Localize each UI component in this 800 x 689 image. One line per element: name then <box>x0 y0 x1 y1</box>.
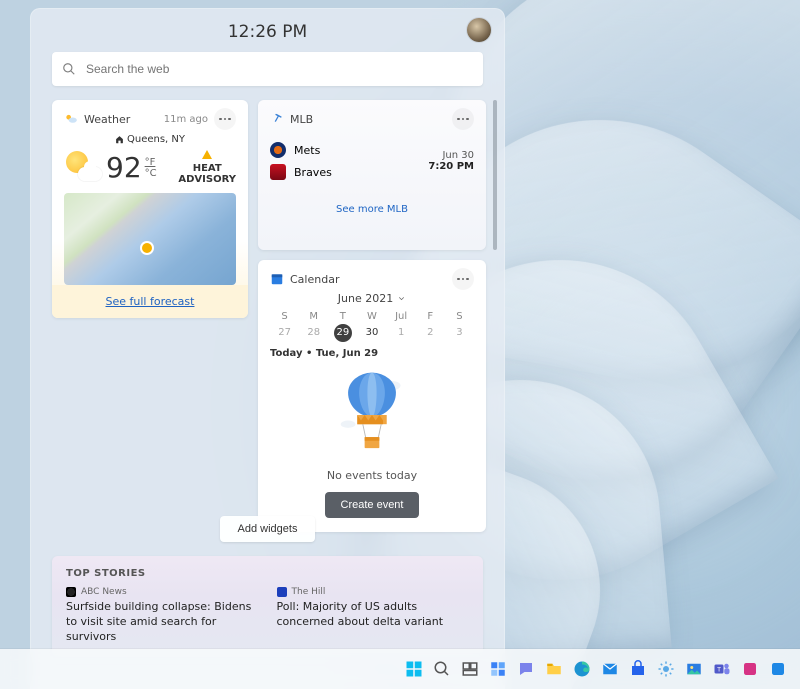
weather-title: Weather <box>84 113 164 126</box>
cal-day-3[interactable]: 3 <box>445 324 474 342</box>
dayhead-fri: F <box>416 309 445 324</box>
cal-day-28[interactable]: 28 <box>299 324 328 342</box>
advisory-line2: ADVISORY <box>178 174 236 185</box>
create-event-button[interactable]: Create event <box>325 492 420 518</box>
taskbar[interactable]: T <box>0 649 800 689</box>
calendar-icon <box>270 272 284 286</box>
start-button[interactable] <box>402 657 426 681</box>
mlb-widget[interactable]: MLB Mets Braves <box>258 100 486 250</box>
weather-forecast-link[interactable]: See full forecast <box>52 285 248 318</box>
mlb-game-time: Jun 30 7:20 PM <box>428 150 474 172</box>
advisory-line1: HEAT <box>193 163 222 174</box>
add-widgets-button[interactable]: Add widgets <box>220 516 316 542</box>
edge-icon[interactable] <box>570 657 594 681</box>
weather-options[interactable] <box>214 108 236 130</box>
source-icon-abcnews <box>66 587 76 597</box>
mail-icon[interactable] <box>598 657 622 681</box>
mlb-options[interactable] <box>452 108 474 130</box>
calendar-empty-illustration <box>270 365 474 465</box>
cal-day-29-today[interactable]: 29 <box>334 324 352 342</box>
team-logo-braves <box>270 164 286 180</box>
explorer-icon[interactable] <box>542 657 566 681</box>
dayhead-sun: S <box>270 309 299 324</box>
top-stories-heading: TOP STORIES <box>66 568 469 579</box>
widgets-panel: 12:26 PM Weather 11m ago Queens, NY <box>30 8 505 689</box>
weather-unit-toggle[interactable]: °F °C <box>145 157 157 179</box>
weather-condition-icon <box>66 149 102 185</box>
calendar-no-events: No events today <box>270 469 474 482</box>
mlb-game[interactable]: Mets Braves Jun 30 7:20 PM <box>270 142 474 180</box>
home-icon <box>115 135 124 144</box>
team-braves: Braves <box>294 166 332 179</box>
weather-location: Queens, NY <box>64 134 236 145</box>
chat-icon[interactable] <box>514 657 538 681</box>
story-1-source: ABC News <box>81 587 127 597</box>
mlb-title: MLB <box>290 113 452 126</box>
weather-icon <box>64 112 78 126</box>
app-icon-1[interactable] <box>738 657 762 681</box>
cal-day-1[interactable]: 1 <box>387 324 416 342</box>
source-icon-thehill <box>277 587 287 597</box>
story-2-source: The Hill <box>292 587 326 597</box>
calendar-grid[interactable]: S M T W Jul F S 27 28 29 30 1 2 3 <box>270 309 474 342</box>
search-bar[interactable] <box>52 52 483 86</box>
team-logo-mets <box>270 142 286 158</box>
weather-map[interactable] <box>64 193 236 285</box>
mlb-more-link[interactable]: See more MLB <box>270 204 474 215</box>
sports-icon <box>270 112 284 126</box>
weather-widget[interactable]: Weather 11m ago Queens, NY 92 °F °C <box>52 100 248 318</box>
teams-icon[interactable]: T <box>710 657 734 681</box>
dayhead-mon: M <box>299 309 328 324</box>
calendar-options[interactable] <box>452 268 474 290</box>
search-icon <box>62 62 76 76</box>
cal-day-27[interactable]: 27 <box>270 324 299 342</box>
calendar-today-label: Today • Tue, Jun 29 <box>270 348 474 359</box>
cal-day-2[interactable]: 2 <box>416 324 445 342</box>
weather-temp: 92 <box>106 151 142 184</box>
calendar-month-picker[interactable]: June 2021 <box>270 292 474 305</box>
story-2[interactable]: The Hill Poll: Majority of US adults con… <box>277 587 470 645</box>
team-mets: Mets <box>294 144 320 157</box>
calendar-month-label: June 2021 <box>338 292 393 305</box>
dayhead-tue: T <box>328 309 357 324</box>
clock-time: 12:26 PM <box>30 22 505 42</box>
cal-day-30[interactable]: 30 <box>357 324 386 342</box>
warning-icon <box>201 149 213 161</box>
calendar-title: Calendar <box>290 273 452 286</box>
weather-updated: 11m ago <box>164 114 208 125</box>
search-input[interactable] <box>84 61 473 77</box>
user-avatar[interactable] <box>467 18 491 42</box>
task-view-icon[interactable] <box>458 657 482 681</box>
calendar-widget[interactable]: Calendar June 2021 S M T W Jul F S 27 28 <box>258 260 486 532</box>
svg-text:T: T <box>717 666 721 673</box>
weather-unit-c[interactable]: °C <box>145 168 157 179</box>
scrollbar[interactable] <box>493 100 497 250</box>
widgets-icon[interactable] <box>486 657 510 681</box>
weather-advisory[interactable]: HEAT ADVISORY <box>178 149 236 185</box>
chevron-down-icon <box>397 294 406 303</box>
weather-location-text: Queens, NY <box>127 134 185 145</box>
dayhead-jul: Jul <box>387 309 416 324</box>
app-icon-2[interactable] <box>766 657 790 681</box>
store-icon[interactable] <box>626 657 650 681</box>
story-1-headline: Surfside building collapse: Bidens to vi… <box>66 600 259 645</box>
story-2-headline: Poll: Majority of US adults concerned ab… <box>277 600 470 630</box>
weather-unit-f[interactable]: °F <box>145 157 156 168</box>
dayhead-wed: W <box>357 309 386 324</box>
dayhead-sat: S <box>445 309 474 324</box>
photos-icon[interactable] <box>682 657 706 681</box>
story-1[interactable]: ABC News Surfside building collapse: Bid… <box>66 587 259 645</box>
settings-icon[interactable] <box>654 657 678 681</box>
top-stories-widget[interactable]: TOP STORIES ABC News Surfside building c… <box>52 556 483 657</box>
map-location-marker <box>142 243 152 253</box>
taskbar-search-icon[interactable] <box>430 657 454 681</box>
